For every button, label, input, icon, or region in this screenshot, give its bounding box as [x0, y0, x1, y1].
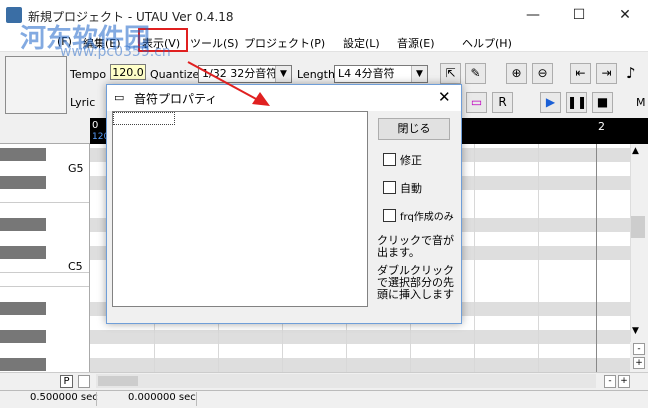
black-key: [0, 176, 46, 189]
menu-help[interactable]: ヘルプ(H): [462, 35, 512, 51]
grid-line: [538, 144, 539, 372]
dialog-title: 音符プロパティ: [134, 92, 218, 106]
black-key: [0, 330, 46, 343]
grid-line: [474, 144, 475, 372]
chevron-down-icon: ▼: [275, 66, 291, 82]
horizontal-scroll-thumb[interactable]: [98, 376, 138, 386]
dialog-icon: ▭: [114, 91, 125, 104]
checkbox-2-label: 自動: [400, 182, 422, 195]
scroll-up-button[interactable]: ▲: [632, 146, 639, 156]
play-icon: ▶: [545, 95, 556, 109]
zoom-in-button[interactable]: ⊕: [506, 63, 527, 84]
insert-rest-button[interactable]: R: [492, 92, 513, 113]
dialog-close-button[interactable]: 閉じる: [378, 118, 450, 140]
piano-keys[interactable]: G5 C5: [0, 144, 90, 372]
quantize-select[interactable]: 1/32 32分音符 ▼: [198, 65, 292, 83]
dialog-list-box[interactable]: [112, 111, 368, 307]
status-time-1: 0.500000 sec: [30, 392, 98, 403]
checkbox-1[interactable]: [383, 153, 396, 166]
status-divider: [196, 392, 197, 406]
length-value: L4 4分音符: [338, 67, 395, 80]
key-label-g5: G5: [68, 162, 84, 175]
maximize-button[interactable]: ☐: [556, 0, 602, 30]
arrow-right-icon: ⇥: [601, 66, 612, 80]
menu-tools[interactable]: ツール(S): [190, 35, 239, 51]
minimize-button[interactable]: —: [510, 0, 556, 30]
pencil-icon: ✎: [470, 66, 481, 80]
ruler-marker-0: 0: [92, 120, 99, 131]
watermark-url: www.pc0359.cn: [60, 44, 171, 60]
quantize-value: 1/32 32分音符: [202, 67, 278, 80]
arrow-left-icon: ⇤: [575, 66, 586, 80]
zoom-out-button[interactable]: ⊖: [532, 63, 553, 84]
key-divider: [0, 202, 89, 203]
black-key: [0, 302, 46, 315]
menu-voice[interactable]: 音源(E): [397, 35, 435, 51]
black-key: [0, 148, 46, 161]
keys-header: [0, 118, 90, 144]
cursor-icon: ⇱: [445, 66, 456, 80]
insert-note-button[interactable]: ▭: [466, 92, 487, 113]
key-label-c5: C5: [68, 260, 83, 273]
checkbox-3-label: frq作成のみ: [400, 212, 454, 223]
quantize-label: Quantize: [150, 68, 200, 81]
note-icon: ♪: [626, 64, 636, 82]
tempo-label: Tempo: [70, 68, 107, 81]
toolbar-overflow-label: M: [636, 96, 646, 109]
black-key: [0, 246, 46, 259]
hscroll-box[interactable]: [78, 375, 90, 388]
length-select[interactable]: L4 4分音符 ▼: [334, 65, 428, 83]
hzoom-in-button[interactable]: +: [618, 375, 630, 388]
stop-icon: ■: [596, 95, 609, 109]
go-start-button[interactable]: ⇤: [570, 63, 591, 84]
bar-line: [596, 144, 597, 372]
pause-icon: ❚❚: [567, 95, 588, 109]
checkbox-1-label: 修正: [400, 154, 422, 167]
list-focus-rect: [113, 112, 175, 125]
menu-settings[interactable]: 設定(L): [343, 35, 380, 51]
key-divider: [0, 286, 89, 287]
close-window-button[interactable]: ✕: [602, 0, 648, 30]
hzoom-out-button[interactable]: -: [604, 375, 616, 388]
grid-row: [90, 330, 630, 344]
preview-box: [5, 56, 67, 114]
p-button[interactable]: P: [60, 375, 73, 388]
status-divider: [96, 392, 97, 406]
pointer-tool-button[interactable]: ⇱: [440, 63, 461, 84]
status-time-2: 0.000000 sec: [128, 392, 196, 403]
pencil-tool-button[interactable]: ✎: [465, 63, 486, 84]
checkbox-3[interactable]: [383, 209, 396, 222]
go-end-button[interactable]: ⇥: [596, 63, 617, 84]
tempo-input[interactable]: 120.0: [110, 64, 146, 80]
grid-row: [90, 358, 630, 372]
black-key: [0, 358, 46, 371]
checkbox-2[interactable]: [383, 181, 396, 194]
horizontal-scroll-track[interactable]: [96, 374, 596, 388]
insert-icon: ▭: [470, 95, 483, 109]
scroll-down-button[interactable]: ▼: [632, 326, 639, 336]
chevron-down-icon: ▼: [411, 66, 427, 82]
rest-icon: R: [498, 95, 507, 109]
zoom-in-icon: ⊕: [511, 66, 522, 80]
dialog-close-icon[interactable]: ✕: [438, 88, 451, 106]
vzoom-in-button[interactable]: +: [633, 357, 645, 369]
vzoom-out-button[interactable]: -: [633, 343, 645, 355]
length-label: Length: [297, 68, 335, 81]
zoom-out-icon: ⊖: [537, 66, 548, 80]
stop-button[interactable]: ■: [592, 92, 613, 113]
vertical-scroll-thumb[interactable]: [631, 216, 645, 238]
play-button[interactable]: ▶: [540, 92, 561, 113]
dialog-hint-doubleclick: ダブルクリックで選択部分の先頭に挿入します: [377, 264, 454, 301]
menu-project[interactable]: プロジェクト(P): [244, 35, 325, 51]
black-key: [0, 218, 46, 231]
lyric-label: Lyric: [70, 96, 96, 109]
vertical-scrollbar[interactable]: [630, 144, 648, 342]
dialog-hint-click: クリックで音が出ます。: [377, 234, 454, 259]
ruler-marker-2: 2: [598, 120, 605, 133]
pause-button[interactable]: ❚❚: [566, 92, 587, 113]
